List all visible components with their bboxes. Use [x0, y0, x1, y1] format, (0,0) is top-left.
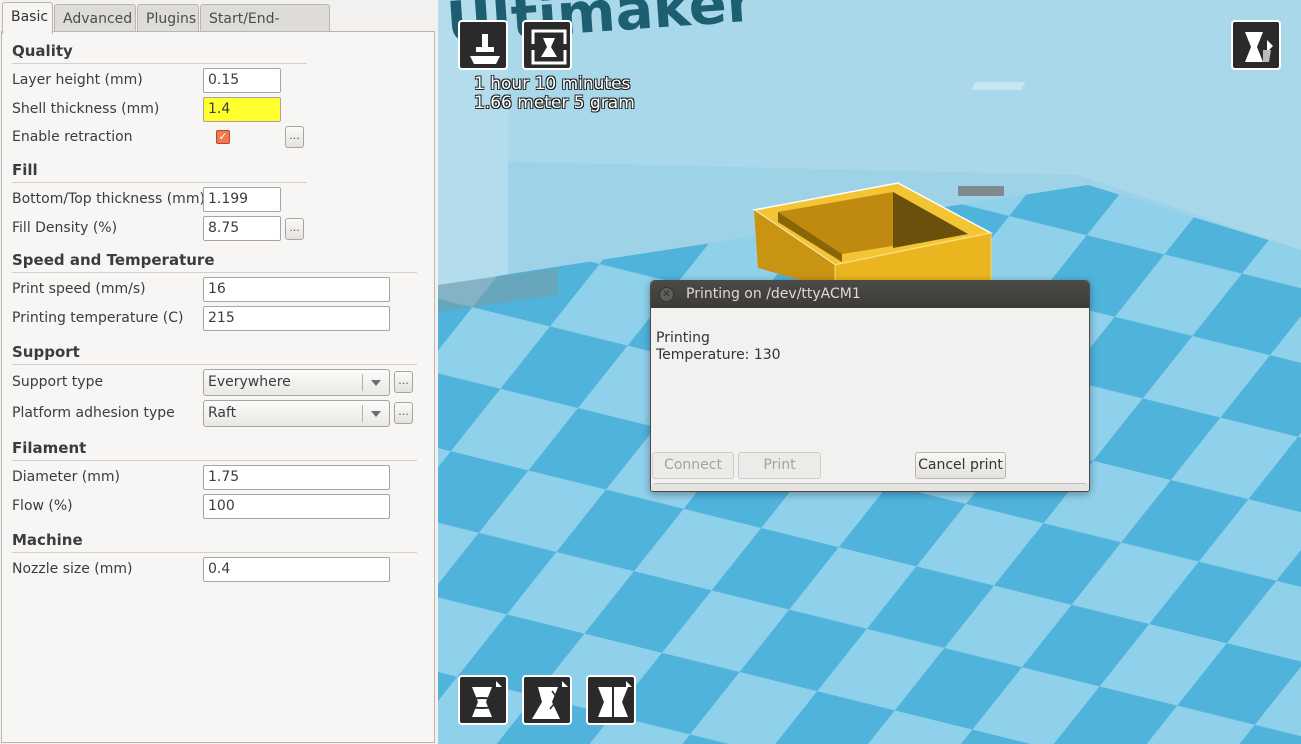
diameter-label: Diameter (mm) — [12, 469, 121, 485]
tab-start-end-gcode[interactable]: Start/End-GCode — [200, 4, 330, 55]
retraction-settings-button[interactable]: ... — [285, 126, 304, 148]
nozzle-size-input[interactable]: 0.4 — [203, 557, 390, 582]
dialog-titlebar: ✕ Printing on /dev/ttyACM1 — [651, 281, 1089, 308]
scale-icon — [532, 681, 568, 719]
section-speed-heading: Speed and Temperature — [12, 251, 215, 269]
material-estimate: 1.66 meter 5 gram — [474, 93, 635, 113]
support-type-value: Everywhere — [208, 374, 291, 390]
bottom-top-thickness-label: Bottom/Top thickness (mm) — [12, 191, 205, 207]
enable-retraction-label: Enable retraction — [12, 129, 133, 145]
wall-marker — [971, 82, 1026, 90]
divider — [12, 272, 417, 273]
support-settings-button[interactable]: ... — [394, 371, 413, 393]
dialog-title: Printing on /dev/ttyACM1 — [686, 286, 861, 302]
combo-separator — [362, 374, 363, 391]
printing-dialog: ✕ Printing on /dev/ttyACM1 Printing Temp… — [650, 280, 1090, 492]
tab-advanced[interactable]: Advanced — [54, 4, 136, 33]
view-mode-button[interactable] — [1231, 20, 1281, 70]
fill-density-input[interactable]: 8.75 — [203, 216, 281, 241]
divider — [12, 182, 307, 183]
section-quality-heading: Quality — [12, 42, 73, 60]
load-model-icon — [470, 34, 500, 64]
chevron-down-icon — [371, 411, 381, 417]
mirror-button[interactable] — [586, 675, 636, 725]
divider — [12, 460, 417, 461]
divider — [12, 364, 417, 365]
connect-button[interactable]: Connect — [652, 452, 734, 479]
temperature-text: Temperature: 130 — [656, 347, 781, 363]
diameter-input[interactable]: 1.75 — [203, 465, 390, 490]
view-mode-icon — [1245, 32, 1273, 62]
printer-icon — [529, 29, 569, 65]
fill-settings-button[interactable]: ... — [285, 218, 304, 240]
print-time-estimate: 1 hour 10 minutes — [474, 74, 631, 94]
platform-adhesion-label: Platform adhesion type — [12, 405, 175, 421]
settings-panel: Advanced Plugins Start/End-GCode Basic Q… — [0, 0, 438, 744]
rotate-icon — [465, 681, 502, 717]
plate-clip — [958, 186, 1004, 196]
layer-height-label: Layer height (mm) — [12, 72, 143, 88]
divider — [12, 552, 417, 553]
section-support-heading: Support — [12, 343, 80, 361]
printed-object[interactable] — [752, 182, 994, 293]
nozzle-size-label: Nozzle size (mm) — [12, 561, 133, 577]
support-type-label: Support type — [12, 374, 104, 390]
mirror-icon — [598, 681, 632, 721]
close-icon[interactable]: ✕ — [659, 287, 674, 302]
combo-separator — [362, 405, 363, 422]
section-fill-heading: Fill — [12, 161, 38, 179]
cancel-print-button[interactable]: Cancel print — [915, 452, 1006, 479]
load-model-button[interactable] — [458, 20, 508, 70]
chevron-down-icon — [371, 380, 381, 386]
enable-retraction-checkbox[interactable]: ✓ — [216, 130, 230, 144]
support-type-select[interactable]: Everywhere — [203, 369, 390, 396]
fill-density-label: Fill Density (%) — [12, 220, 118, 236]
tab-basic[interactable]: Basic — [2, 2, 53, 34]
print-speed-input[interactable]: 16 — [203, 277, 390, 302]
print-button[interactable] — [522, 20, 572, 70]
tab-plugins[interactable]: Plugins — [137, 4, 199, 33]
divider — [12, 63, 307, 64]
print-button[interactable]: Print — [738, 452, 821, 479]
printing-temperature-label: Printing temperature (C) — [12, 310, 184, 326]
dialog-bottom-strip — [651, 483, 1089, 491]
layer-height-input[interactable]: 0.15 — [203, 68, 281, 93]
flow-label: Flow (%) — [12, 498, 73, 514]
print-status-text: Printing — [656, 330, 710, 346]
flow-input[interactable]: 100 — [203, 494, 390, 519]
platform-adhesion-select[interactable]: Raft — [203, 400, 390, 427]
printing-temperature-input[interactable]: 215 — [203, 306, 390, 331]
rotate-button[interactable] — [458, 675, 508, 725]
shell-thickness-input[interactable]: 1.4 — [203, 97, 281, 122]
section-machine-heading: Machine — [12, 531, 83, 549]
platform-adhesion-value: Raft — [208, 405, 237, 421]
print-speed-label: Print speed (mm/s) — [12, 281, 146, 297]
section-filament-heading: Filament — [12, 439, 87, 457]
scale-button[interactable] — [522, 675, 572, 725]
adhesion-settings-button[interactable]: ... — [394, 402, 413, 424]
shell-thickness-label: Shell thickness (mm) — [12, 101, 160, 117]
bottom-top-thickness-input[interactable]: 1.199 — [203, 187, 281, 212]
